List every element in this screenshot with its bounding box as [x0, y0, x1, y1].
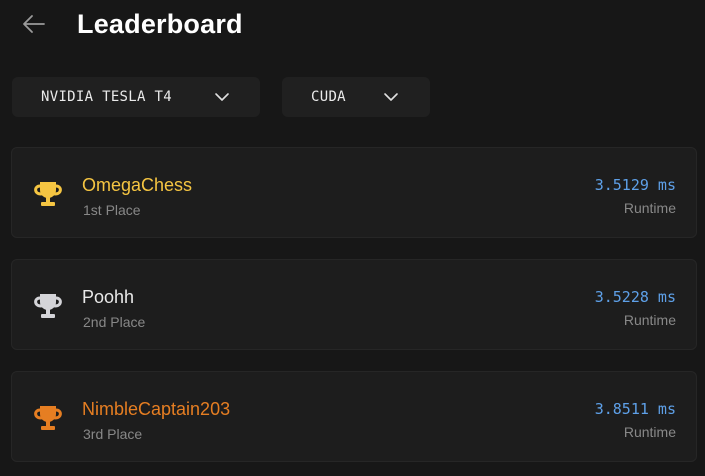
player-name: NimbleCaptain203	[82, 399, 231, 419]
place-label: 1st Place	[83, 202, 141, 218]
player-name: OmegaChess	[82, 175, 193, 195]
runtime-value: 3.5228 ms	[594, 288, 676, 306]
place-label: 3rd Place	[83, 426, 143, 442]
chevron-down-icon	[215, 93, 229, 101]
runtime-value: 3.5129 ms	[594, 176, 676, 194]
player-name: Poohh	[82, 287, 135, 307]
leaderboard-page: Leaderboard NVIDIA TESLA T4 CUDA OmegaCh…	[0, 0, 705, 476]
trophy-icon	[34, 182, 62, 206]
language-select[interactable]: CUDA	[282, 77, 430, 117]
language-select-value: CUDA	[311, 89, 346, 105]
gpu-select[interactable]: NVIDIA TESLA T4	[12, 77, 260, 117]
gpu-select-value: NVIDIA TESLA T4	[41, 89, 172, 105]
header: Leaderboard	[0, 0, 705, 54]
runtime-label: Runtime	[623, 312, 676, 328]
arrow-left-icon	[23, 15, 45, 33]
runtime-value: 3.8511 ms	[594, 400, 676, 418]
leaderboard-entry[interactable]: Poohh 2nd Place 3.5228 ms Runtime	[11, 259, 697, 350]
runtime-label: Runtime	[623, 424, 676, 440]
trophy-icon	[34, 294, 62, 318]
page-title: Leaderboard	[77, 9, 243, 39]
leaderboard-entry[interactable]: NimbleCaptain203 3rd Place 3.8511 ms Run…	[11, 371, 697, 462]
leaderboard-entry[interactable]: OmegaChess 1st Place 3.5129 ms Runtime	[11, 147, 697, 238]
runtime-label: Runtime	[623, 200, 676, 216]
place-label: 2nd Place	[83, 314, 146, 330]
chevron-down-icon	[384, 93, 398, 101]
trophy-icon	[34, 406, 62, 430]
back-button[interactable]	[20, 10, 48, 38]
